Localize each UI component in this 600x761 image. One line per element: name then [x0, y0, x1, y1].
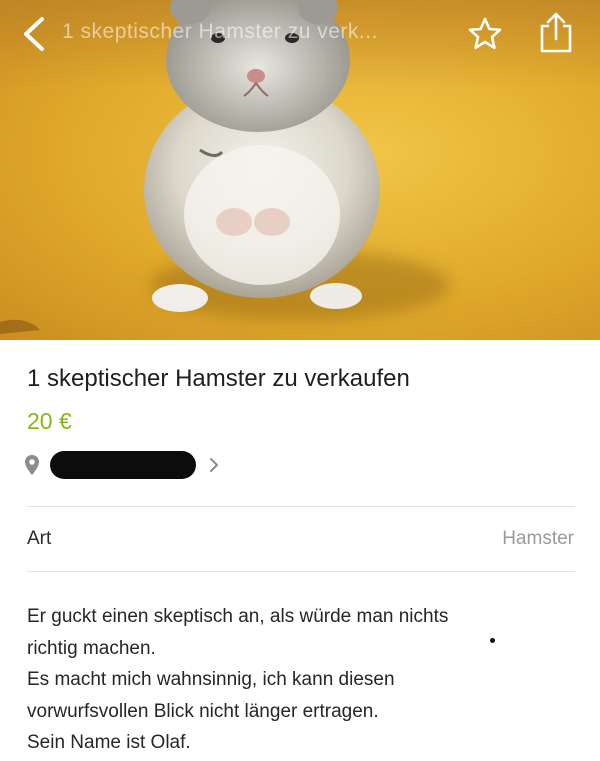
location-row[interactable]: [24, 449, 324, 481]
share-icon: [540, 12, 572, 53]
listing-description: Er guckt einen skeptisch an, als würde m…: [27, 601, 577, 759]
attribute-value-art: Hamster: [502, 528, 574, 549]
listing-photo[interactable]: 1 skeptischer Hamster zu verk...: [0, 0, 600, 340]
photo-overlay-title: 1 skeptischer Hamster zu verk...: [62, 20, 378, 43]
description-line: vorwurfsvollen Blick nicht länger ertrag…: [27, 700, 379, 722]
divider-top: [27, 506, 575, 507]
listing-title: 1 skeptischer Hamster zu verkaufen: [27, 365, 410, 392]
back-button[interactable]: [18, 14, 52, 54]
chevron-right-icon: [210, 458, 218, 472]
description-line: Es macht mich wahnsinnig, ich kann diese…: [27, 669, 395, 690]
hamster-image: [0, 0, 380, 334]
favorite-button[interactable]: [467, 16, 503, 52]
share-button[interactable]: [538, 12, 574, 54]
description-line: richtig machen.: [27, 637, 156, 659]
attribute-label-art: Art: [27, 528, 52, 549]
chevron-left-icon: [24, 17, 44, 51]
divider-bottom: [27, 571, 575, 572]
star-outline-icon: [468, 17, 502, 50]
map-pin-icon: [25, 455, 39, 475]
stray-dot: [490, 638, 495, 643]
description-line: Er guckt einen skeptisch an, als würde m…: [27, 606, 449, 627]
redacted-location: [50, 451, 196, 479]
description-line: Sein Name ist Olaf.: [27, 732, 191, 753]
listing-price: 20 €: [27, 408, 72, 434]
